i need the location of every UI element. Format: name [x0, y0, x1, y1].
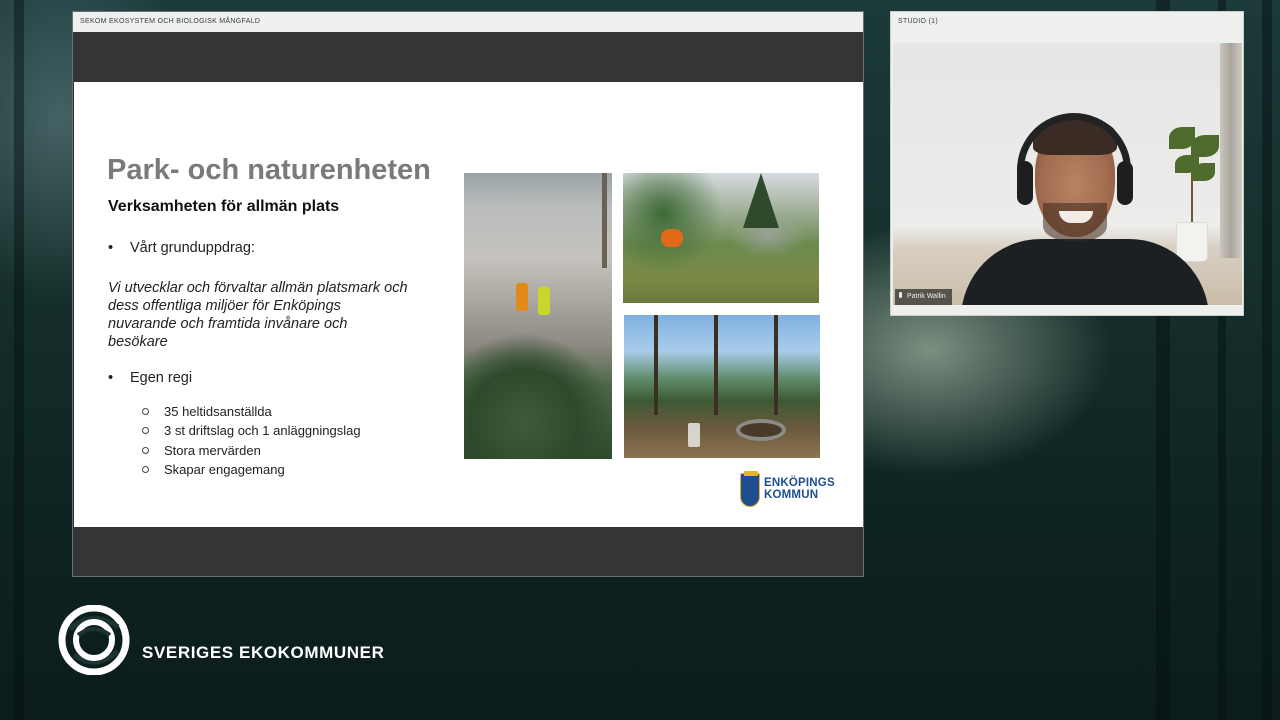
municipal-shield-icon — [740, 471, 760, 507]
tree-trunk — [602, 173, 607, 268]
ekokommuner-emblem-icon — [58, 605, 130, 675]
participant-video[interactable]: Patrik Wallin — [893, 43, 1242, 305]
tree-trunk — [714, 315, 718, 415]
sub-bullet-item: 35 heltidsanställda — [142, 402, 361, 421]
circle-bullet-icon — [142, 446, 149, 454]
circle-bullet-icon — [142, 465, 149, 473]
plant-leaf — [1191, 135, 1219, 157]
presentation-panel[interactable]: SEKOM EKOSYSTEM OCH BIOLOGISK MÅNGFALD P… — [72, 11, 864, 577]
spruce-tree — [743, 173, 779, 228]
participant-body — [961, 239, 1209, 305]
headphones-icon — [1017, 113, 1131, 193]
participant-name-tag: Patrik Wallin — [895, 289, 952, 305]
bullet-item: • Egen regi — [108, 370, 192, 386]
headphone-cup — [1117, 161, 1133, 205]
logo-line-1: ENKÖPINGS — [764, 477, 835, 489]
presentation-top-bar — [73, 32, 863, 82]
microphone-icon — [899, 292, 902, 299]
headphone-cup — [1017, 161, 1033, 205]
photo-forest-worker — [623, 173, 819, 303]
stump — [688, 423, 700, 447]
sub-bullet-item: Skapar engagemang — [142, 460, 361, 479]
sub-bullet-text: 3 st driftslag och 1 anläggningslag — [164, 423, 361, 439]
brand-name: SVERIGES EKOKOMMUNER — [142, 643, 385, 662]
photo-street-workers — [464, 173, 612, 459]
background-tree-trunk — [1262, 0, 1272, 720]
logo-text: ENKÖPINGS KOMMUN — [764, 477, 835, 501]
circle-bullet-icon — [142, 427, 149, 435]
sub-bullet-list: 35 heltidsanställda 3 st driftslag och 1… — [142, 402, 361, 479]
worker-figure — [538, 287, 550, 315]
sub-bullet-text: 35 heltidsanställda — [164, 404, 272, 419]
presentation-panel-title: SEKOM EKOSYSTEM OCH BIOLOGISK MÅNGFALD — [73, 12, 863, 32]
enkopings-kommun-logo: ENKÖPINGS KOMMUN — [740, 471, 836, 509]
plant-pot — [1177, 223, 1207, 261]
plant-leaf — [1193, 163, 1215, 181]
presentation-bottom-bar — [73, 527, 863, 576]
studio-panel[interactable]: STUDIO (1) Patrik Wallin — [890, 11, 1244, 316]
background-tree-trunk — [14, 0, 24, 720]
sub-bullet-text: Skapar engagemang — [164, 461, 285, 477]
slide-title: Park- och naturenheten — [107, 154, 431, 186]
bullet-dot: • — [108, 240, 114, 256]
tree-trunk — [774, 315, 778, 415]
logo-line-2: KOMMUN — [764, 488, 819, 501]
participant-name: Patrik Wallin — [907, 293, 946, 300]
crown-icon — [744, 471, 758, 476]
firepit — [736, 419, 786, 441]
photo-lake-firepit — [624, 315, 820, 458]
sub-bullet-item: 3 st driftslag och 1 anläggningslag — [142, 421, 361, 440]
circle-bullet-icon — [142, 408, 149, 416]
studio-panel-title: STUDIO (1) — [898, 18, 938, 25]
bullet-item: • Vårt grunduppdrag: — [108, 240, 255, 256]
bullet-text: Egen regi — [130, 370, 193, 386]
slide: Park- och naturenheten Verksamheten för … — [74, 82, 863, 528]
worker-figure — [516, 283, 528, 311]
curtain — [1220, 43, 1242, 258]
slide-subtitle: Verksamheten för allmän plats — [108, 198, 340, 215]
sub-bullet-text: Stora mervärden — [164, 442, 261, 458]
worker-figure — [661, 229, 683, 247]
tree-trunk — [654, 315, 658, 415]
sub-bullet-item: Stora mervärden — [142, 441, 361, 460]
mission-statement: Vi utvecklar och förvaltar allmän platsm… — [108, 280, 408, 350]
bullet-dot: • — [108, 370, 114, 386]
bullet-text: Vårt grunduppdrag: — [130, 240, 255, 256]
